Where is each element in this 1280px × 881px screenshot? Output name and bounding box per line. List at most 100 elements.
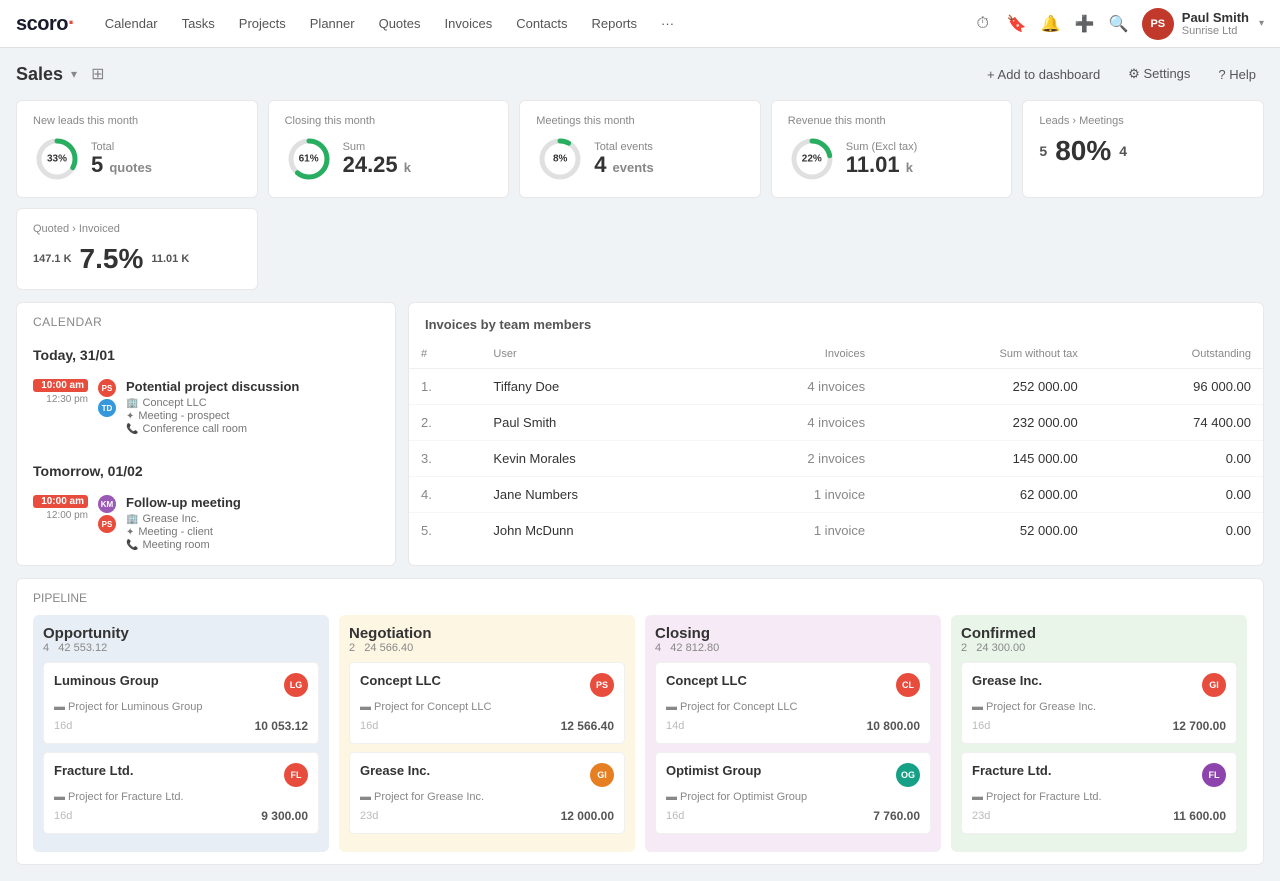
table-row[interactable]: 5. John McDunn 1 invoice 52 000.00 0.00 <box>409 513 1263 549</box>
col-outstanding: Outstanding <box>1090 340 1263 369</box>
pipeline-card-amount: 12 700.00 <box>1173 719 1226 733</box>
nav-reports[interactable]: Reports <box>582 10 648 37</box>
cal-time-end: 12:30 pm <box>33 394 88 405</box>
pipeline-card-avatar: FL <box>1202 763 1226 787</box>
calendar-day-section: Today, 31/01 10:00 am 12:30 pm PSTD Pote… <box>17 333 395 449</box>
pipeline-card[interactable]: Concept LLC PS ▬ Project for Concept LLC… <box>349 662 625 744</box>
meta-icon: ✦ <box>126 527 134 538</box>
pipeline-card[interactable]: Fracture Ltd. FL ▬ Project for Fracture … <box>43 752 319 834</box>
nav-items: Calendar Tasks Projects Planner Quotes I… <box>95 10 972 37</box>
calendar-event[interactable]: 10:00 am 12:00 pm KMPS Follow-up meeting… <box>33 489 379 557</box>
pipeline-label: Pipeline <box>33 591 1247 605</box>
table-row[interactable]: 4. Jane Numbers 1 invoice 62 000.00 0.00 <box>409 477 1263 513</box>
kpi-label: New leads this month <box>33 115 241 127</box>
pipeline-col-title: Negotiation <box>349 625 625 642</box>
help-button[interactable]: ? Help <box>1210 63 1264 86</box>
donut-pct: 8% <box>553 154 567 165</box>
pipeline-card[interactable]: Optimist Group OG ▬ Project for Optimist… <box>655 752 931 834</box>
donut-pct: 22% <box>802 154 822 165</box>
calendar-day-label: Today, 31/01 <box>33 341 379 363</box>
calendar-event[interactable]: 10:00 am 12:30 pm PSTD Potential project… <box>33 373 379 441</box>
user-profile[interactable]: PS Paul Smith Sunrise Ltd ▾ <box>1142 8 1264 40</box>
pipeline-col-meta: 2 24 300.00 <box>961 642 1237 654</box>
calendar-section-label: Calendar <box>17 303 395 333</box>
kpi-card-0: New leads this month 33% Total 5 quotes <box>16 100 258 198</box>
invoices-table: # User Invoices Sum without tax Outstand… <box>409 340 1263 548</box>
pipeline-section: Pipeline Opportunity 4 42 553.12 Luminou… <box>16 578 1264 865</box>
bookmark-icon[interactable]: 🔖 <box>1006 13 1028 35</box>
avatar: PS <box>1142 8 1174 40</box>
pipeline-card-footer: 16d 10 053.12 <box>54 719 308 733</box>
dropdown-icon[interactable]: ▾ <box>71 67 77 81</box>
meta-icon: 🏢 <box>126 398 138 409</box>
search-icon[interactable]: 🔍 <box>1108 13 1130 35</box>
kpi-right-num: 11.01 K <box>151 253 189 265</box>
pipeline-card-header: Grease Inc. GI <box>360 763 614 787</box>
page-actions: + Add to dashboard ⚙ Settings ? Help <box>979 62 1264 86</box>
nav-contacts[interactable]: Contacts <box>506 10 577 37</box>
pipeline-card-avatar: GI <box>590 763 614 787</box>
inv-num: 4. <box>409 477 481 513</box>
pipeline-card-project: ▬ Project for Fracture Ltd. <box>972 791 1226 803</box>
pipeline-card-days: 16d <box>666 810 684 822</box>
nav-projects[interactable]: Projects <box>229 10 296 37</box>
donut-pct: 33% <box>47 154 67 165</box>
inv-outstanding: 0.00 <box>1090 441 1263 477</box>
pipeline-card-avatar: PS <box>590 673 614 697</box>
pipeline-card[interactable]: Luminous Group LG ▬ Project for Luminous… <box>43 662 319 744</box>
calendar-card: Calendar Today, 31/01 10:00 am 12:30 pm … <box>16 302 396 566</box>
nav-more[interactable]: ··· <box>651 10 684 37</box>
project-name: Project for Fracture Ltd. <box>986 791 1102 803</box>
kpi-label: Leads › Meetings <box>1039 115 1247 127</box>
kpi-content: 61% Sum 24.25 k <box>285 135 493 183</box>
nav-quotes[interactable]: Quotes <box>369 10 431 37</box>
table-row[interactable]: 3. Kevin Morales 2 invoices 145 000.00 0… <box>409 441 1263 477</box>
add-to-dashboard-button[interactable]: + Add to dashboard <box>979 63 1108 86</box>
pipeline-card-days: 16d <box>54 720 72 732</box>
kpi-label: Meetings this month <box>536 115 744 127</box>
pipeline-card[interactable]: Grease Inc. GI ▬ Project for Grease Inc.… <box>961 662 1237 744</box>
pipeline-col-meta: 4 42 812.80 <box>655 642 931 654</box>
kpi-text: Sum (Excl tax) 11.01 k <box>846 141 918 177</box>
inv-user: Paul Smith <box>481 405 707 441</box>
plus-icon[interactable]: ➕ <box>1074 13 1096 35</box>
project-name: Project for Concept LLC <box>680 701 797 713</box>
pipeline-columns: Opportunity 4 42 553.12 Luminous Group L… <box>33 615 1247 852</box>
pipeline-col-closing: Closing 4 42 812.80 Concept LLC CL ▬ Pro… <box>645 615 941 852</box>
kpi-unit: events <box>613 160 654 175</box>
logo[interactable]: scoro· <box>16 12 75 36</box>
nav-tasks[interactable]: Tasks <box>172 10 225 37</box>
pipeline-card-name: Concept LLC <box>360 673 441 688</box>
user-name: Paul Smith <box>1182 10 1249 25</box>
inv-user: John McDunn <box>481 513 707 549</box>
kpi-content: 22% Sum (Excl tax) 11.01 k <box>788 135 996 183</box>
meta-icon: ✦ <box>126 411 134 422</box>
pipeline-card-days: 23d <box>972 810 990 822</box>
pipeline-card-project: ▬ Project for Luminous Group <box>54 701 308 713</box>
nav-calendar[interactable]: Calendar <box>95 10 168 37</box>
meta-text: Grease Inc. <box>142 513 199 525</box>
pipeline-card-project: ▬ Project for Grease Inc. <box>972 701 1226 713</box>
kpi-big-pct: 7.5% <box>80 243 144 275</box>
project-name: Project for Grease Inc. <box>986 701 1096 713</box>
pipeline-card-name: Luminous Group <box>54 673 159 688</box>
pipeline-card-days: 23d <box>360 810 378 822</box>
cal-event-meta-item: ✦Meeting - prospect <box>126 410 379 422</box>
timer-icon[interactable]: ⏱ <box>972 13 994 35</box>
donut-chart: 8% <box>536 135 584 183</box>
inv-outstanding: 74 400.00 <box>1090 405 1263 441</box>
kpi-value: 24.25 k <box>343 153 411 177</box>
table-row[interactable]: 1. Tiffany Doe 4 invoices 252 000.00 96 … <box>409 369 1263 405</box>
dashboard-icon[interactable]: ⊞ <box>91 64 104 84</box>
inv-outstanding: 0.00 <box>1090 477 1263 513</box>
table-row[interactable]: 2. Paul Smith 4 invoices 232 000.00 74 4… <box>409 405 1263 441</box>
settings-button[interactable]: ⚙ Settings <box>1120 62 1198 86</box>
project-name: Project for Optimist Group <box>680 791 807 803</box>
nav-invoices[interactable]: Invoices <box>435 10 503 37</box>
page-body: Sales ▾ ⊞ + Add to dashboard ⚙ Settings … <box>0 48 1280 881</box>
pipeline-card[interactable]: Concept LLC CL ▬ Project for Concept LLC… <box>655 662 931 744</box>
pipeline-card[interactable]: Grease Inc. GI ▬ Project for Grease Inc.… <box>349 752 625 834</box>
pipeline-card[interactable]: Fracture Ltd. FL ▬ Project for Fracture … <box>961 752 1237 834</box>
nav-planner[interactable]: Planner <box>300 10 365 37</box>
bell-icon[interactable]: 🔔 <box>1040 13 1062 35</box>
